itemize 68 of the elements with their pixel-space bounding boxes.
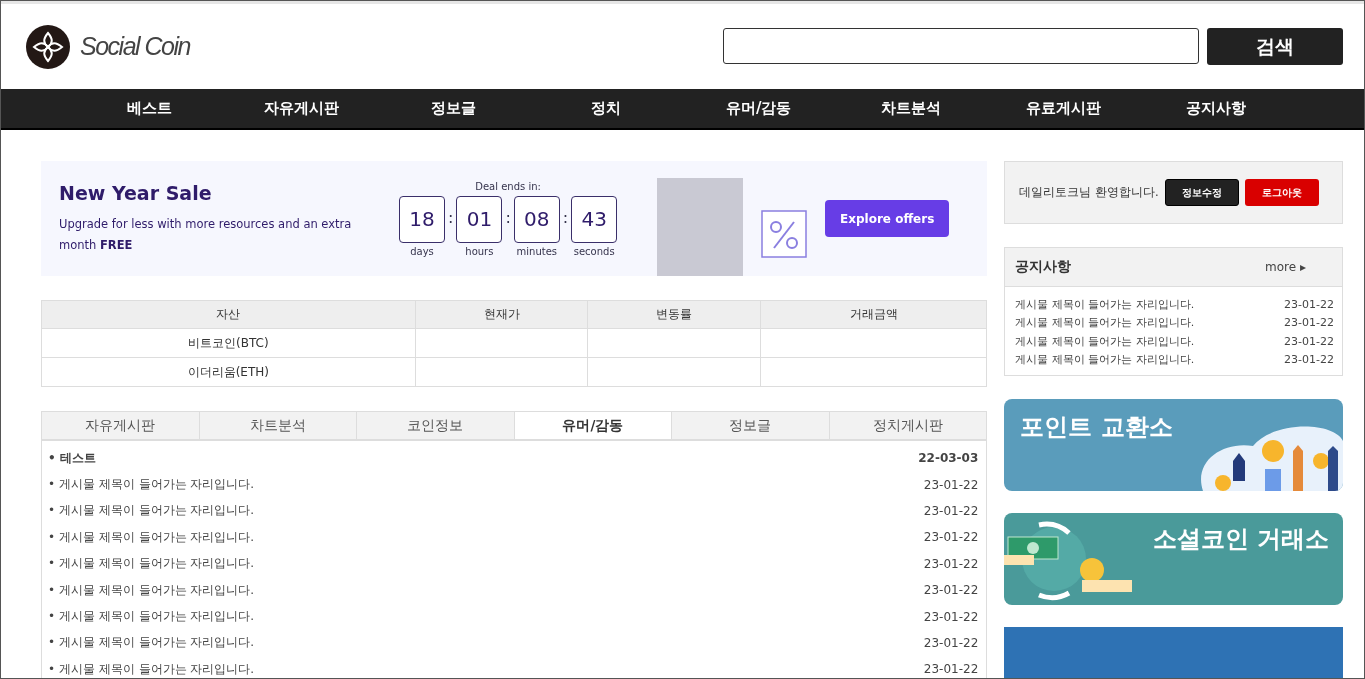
- colon-separator: :: [562, 206, 569, 227]
- post-title[interactable]: • 게시물 제목이 들어가는 자리입니다.: [48, 555, 255, 573]
- colon-separator: :: [505, 206, 511, 227]
- table-cell: 이더리움(ETH): [187, 364, 269, 379]
- post-date: 22-03-03: [918, 451, 979, 466]
- nav-link[interactable]: 베스트: [73, 99, 226, 118]
- logout-button[interactable]: 로그아웃: [1244, 179, 1319, 206]
- post-date: 23-01-22: [923, 635, 979, 650]
- explore-offers-button[interactable]: Explore offers: [825, 200, 950, 237]
- nav-link[interactable]: 정보글: [377, 99, 531, 118]
- logo-icon: [26, 24, 70, 69]
- column-header: 거래금액: [760, 300, 987, 329]
- table-cell: 비트코인(BTC): [188, 335, 269, 350]
- countdown-value: 08: [513, 195, 560, 243]
- column-header: 변동률: [587, 300, 761, 329]
- countdown-value: 43: [571, 195, 618, 243]
- post-date: 23-01-22: [923, 583, 979, 598]
- notice-title: 공지사항: [1015, 258, 1072, 276]
- post-title[interactable]: • 게시물 제목이 들어가는 자리입니다.: [48, 634, 255, 652]
- post-date: 23-01-22: [923, 662, 979, 677]
- post-title[interactable]: • 게시물 제목이 들어가는 자리입니다.: [48, 502, 255, 520]
- notice-date: 23-01-22: [1284, 297, 1334, 311]
- promo-title: New Year Sale: [59, 181, 213, 204]
- column-header: 자산: [41, 300, 416, 329]
- welcome-text: 데일리토크님 환영합니다.: [1019, 185, 1159, 200]
- promo-text: Upgrade for less with more resources and an extra month FREE: [59, 215, 353, 254]
- post-date: 23-01-22: [923, 556, 979, 571]
- nav-link[interactable]: 유머/감동: [682, 99, 835, 118]
- countdown-unit: seconds: [573, 245, 615, 257]
- post-date: 23-01-22: [923, 530, 979, 545]
- board-tab[interactable]: 유머/감동: [514, 412, 673, 439]
- notice-item[interactable]: 게시물 제목이 들어가는 자리입니다.: [1015, 296, 1195, 312]
- more-link[interactable]: more ▸: [1265, 260, 1306, 274]
- post-date: 23-01-22: [923, 477, 979, 492]
- notice-date: 23-01-22: [1284, 353, 1334, 367]
- post-title[interactable]: • 게시물 제목이 들어가는 자리입니다.: [48, 608, 255, 626]
- column-header: 현재가: [415, 300, 588, 329]
- banner-title: 소셜코인 거래소: [1152, 524, 1329, 555]
- notice-date: 23-01-22: [1284, 334, 1334, 348]
- notice-item[interactable]: 게시물 제목이 들어가는 자리입니다.: [1015, 333, 1195, 349]
- colon-separator: :: [448, 206, 454, 227]
- post-title[interactable]: • 게시물 제목이 들어가는 자리입니다.: [48, 528, 255, 546]
- banner-title: 포인트 교환소: [1020, 412, 1173, 443]
- deal-label: Deal ends in:: [475, 180, 541, 192]
- nav-link[interactable]: 자유게시판: [225, 99, 378, 118]
- notice-date: 23-01-22: [1284, 316, 1334, 330]
- post-title[interactable]: • 게시물 제목이 들어가는 자리입니다.: [48, 476, 255, 494]
- countdown-unit: minutes: [516, 245, 557, 257]
- post-title[interactable]: • 테스트: [48, 449, 96, 467]
- countdown-unit: hours: [465, 245, 494, 257]
- countdown-value: 18: [399, 195, 445, 243]
- nav-link[interactable]: 정치: [530, 99, 683, 118]
- notice-item[interactable]: 게시물 제목이 들어가는 자리입니다.: [1015, 315, 1195, 331]
- percent-tag-icon: [761, 209, 808, 258]
- notice-item[interactable]: 게시물 제목이 들어가는 자리입니다.: [1015, 352, 1195, 368]
- search-field[interactable]: [723, 28, 1199, 64]
- post-date: 23-01-22: [923, 609, 979, 624]
- edit-profile-button[interactable]: 정보수정: [1164, 179, 1239, 206]
- nav-link[interactable]: 유료게시판: [987, 99, 1140, 118]
- nav-link[interactable]: 공지사항: [1139, 99, 1292, 118]
- countdown-unit: days: [410, 245, 434, 257]
- countdown-value: 01: [456, 195, 503, 243]
- post-title[interactable]: • 게시물 제목이 들어가는 자리입니다.: [48, 581, 255, 599]
- post-date: 23-01-22: [923, 503, 979, 518]
- nav-link[interactable]: 차트분석: [834, 99, 988, 118]
- logo-text: Social Coin: [80, 32, 190, 61]
- post-title[interactable]: • 게시물 제목이 들어가는 자리입니다.: [48, 660, 255, 678]
- search-button[interactable]: 검색: [1207, 28, 1343, 65]
